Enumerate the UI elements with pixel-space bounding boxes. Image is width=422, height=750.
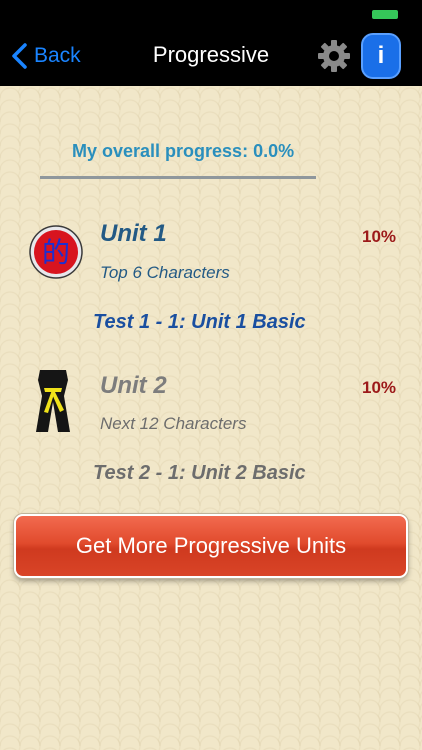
- settings-button[interactable]: [316, 38, 352, 74]
- seal-glyph: 的: [42, 236, 70, 269]
- test-link[interactable]: Test 1 - 1: Unit 1 Basic: [93, 311, 306, 334]
- unit-percent: 10%: [362, 227, 397, 246]
- unit-percent: 10%: [362, 378, 397, 397]
- yellow-belt-icon[interactable]: [30, 366, 76, 434]
- unit-subtitle: Next 12 Characters: [100, 414, 247, 433]
- unit-subtitle: Top 6 Characters: [100, 263, 230, 282]
- overall-progress-label: My overall progress: 0.0%: [72, 141, 295, 161]
- divider: [40, 176, 316, 179]
- battery-icon: [372, 10, 398, 19]
- info-button[interactable]: i: [361, 33, 401, 79]
- navigation-bar: Back Progressive i: [0, 0, 422, 86]
- progressive-screen: Back Progressive i My overall progress: …: [0, 0, 422, 750]
- test-link[interactable]: Test 2 - 1: Unit 2 Basic: [93, 462, 306, 485]
- character-seal-icon[interactable]: 的: [28, 224, 84, 280]
- unit-title[interactable]: Unit 2: [100, 372, 167, 400]
- unit-title[interactable]: Unit 1: [100, 220, 167, 248]
- page-title: Progressive: [152, 42, 270, 67]
- gear-icon: [318, 40, 350, 72]
- get-more-units-button[interactable]: Get More Progressive Units: [14, 514, 408, 578]
